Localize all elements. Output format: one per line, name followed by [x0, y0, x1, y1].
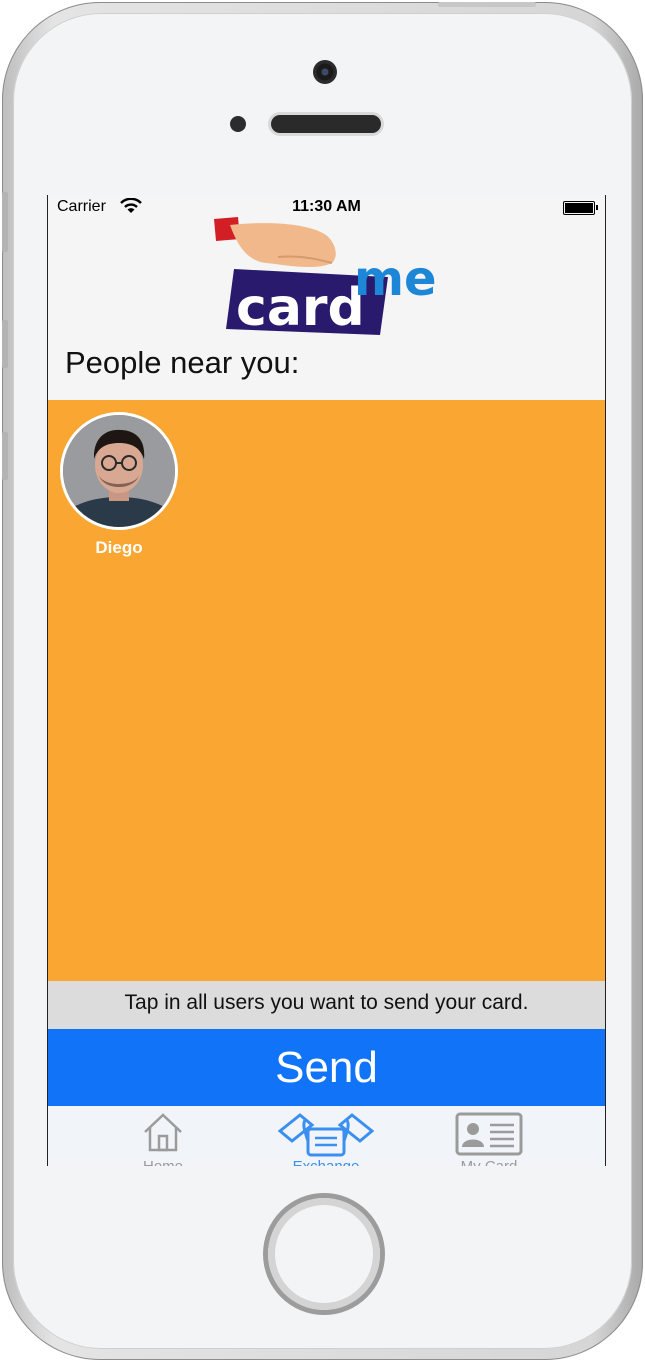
- front-camera: [313, 60, 337, 84]
- volume-up-button: [2, 320, 8, 368]
- battery-icon: [563, 201, 598, 215]
- cardme-logo: card me: [214, 217, 437, 338]
- tab-label: Home: [98, 1158, 228, 1166]
- nearby-people-area[interactable]: Diego: [48, 400, 605, 981]
- status-bar: Carrier 11:30 AM: [48, 195, 605, 219]
- tab-bar: Home Exchange: [48, 1106, 605, 1166]
- proximity-sensor: [230, 116, 246, 132]
- page-title: People near you:: [65, 345, 300, 380]
- tab-label: Exchange: [261, 1158, 391, 1166]
- id-card-icon: [455, 1112, 523, 1156]
- earpiece-speaker: [271, 115, 381, 133]
- exchange-cards-icon: [278, 1113, 374, 1157]
- send-button[interactable]: Send: [48, 1029, 605, 1106]
- home-button[interactable]: [268, 1198, 380, 1310]
- person-name: Diego: [95, 538, 143, 557]
- tab-my-card[interactable]: My Card: [424, 1106, 554, 1166]
- app-screen: Carrier 11:30 AM card me People near you…: [47, 195, 606, 1166]
- person-photo-icon: [63, 415, 175, 527]
- logo-word-me: me: [354, 251, 437, 307]
- logo-word-card: card: [236, 278, 365, 338]
- volume-down-button: [2, 432, 8, 480]
- house-icon: [144, 1113, 182, 1152]
- instruction-text: Tap in all users you want to send your c…: [48, 981, 605, 1029]
- clock: 11:30 AM: [292, 198, 361, 215]
- nearby-person-item[interactable]: Diego: [60, 412, 178, 558]
- power-button: [438, 2, 536, 7]
- tab-label: My Card: [424, 1158, 554, 1166]
- avatar: [60, 412, 178, 530]
- tab-exchange[interactable]: Exchange: [261, 1106, 391, 1166]
- tab-home[interactable]: Home: [98, 1106, 228, 1166]
- mute-switch: [2, 192, 8, 252]
